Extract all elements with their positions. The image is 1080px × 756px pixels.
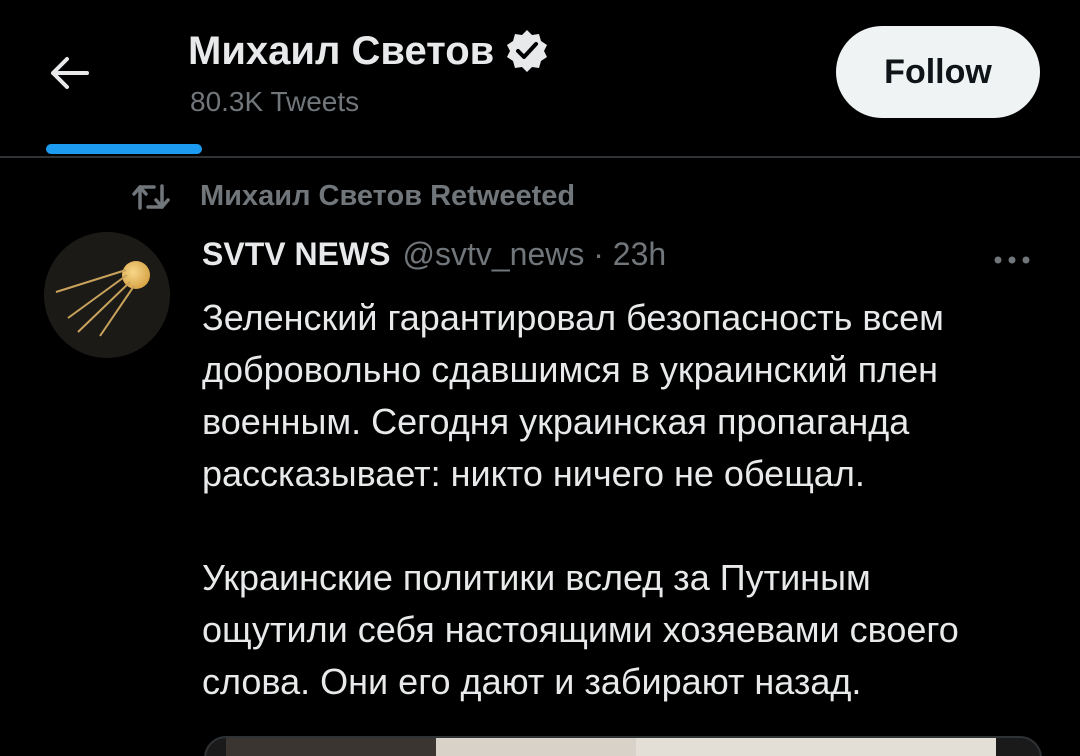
tweet-header: SVTV NEWS @svtv_news · 23h <box>202 236 666 273</box>
media-image-region <box>436 738 636 756</box>
media-image-region <box>636 738 996 756</box>
media-image-region <box>226 738 436 756</box>
media-preview[interactable] <box>204 736 1042 756</box>
tweet-line: Украинские политики вслед за Путиным <box>202 557 871 598</box>
author-name[interactable]: SVTV NEWS <box>202 236 390 273</box>
tab-indicator <box>46 144 202 154</box>
back-button[interactable] <box>40 48 98 98</box>
profile-name: Михаил Светов <box>188 28 495 73</box>
tweet-line: ощутили себя настоящими хозяевами своего <box>202 609 959 650</box>
retweet-context: Михаил Светов Retweeted <box>132 180 575 213</box>
arrow-left-icon <box>51 57 89 89</box>
tweet-line: военным. Сегодня украинская пропаганда <box>202 401 910 442</box>
author-handle-time[interactable]: @svtv_news · 23h <box>402 236 666 273</box>
avatar[interactable] <box>44 232 170 358</box>
more-options-button[interactable] <box>984 240 1040 280</box>
retweet-icon <box>132 182 170 212</box>
tweet-line: Зеленский гарантировал безопасность всем <box>202 297 944 338</box>
retweet-label[interactable]: Михаил Светов Retweeted <box>200 180 575 213</box>
tweet-count: 80.3K Tweets <box>190 86 360 117</box>
tweet-paragraph-1: Зеленский гарантировал безопасность всем… <box>202 292 1062 500</box>
profile-name-row: Михаил Светов <box>188 28 550 74</box>
sputnik-icon <box>44 232 170 358</box>
tweet-line: добровольно сдавшимся в украинский плен <box>202 349 938 390</box>
header-divider <box>0 156 1080 158</box>
tweet-line: слова. Они его дают и забирают назад. <box>202 661 862 702</box>
tweet-paragraph-2: Украинские политики вслед за Путиным ощу… <box>202 552 1062 708</box>
follow-button[interactable]: Follow <box>836 26 1040 118</box>
verified-badge-icon <box>504 28 550 74</box>
tweet-line: рассказывает: никто ничего не обещал. <box>202 453 865 494</box>
more-dots-icon <box>994 256 1030 264</box>
profile-header: Михаил Светов 80.3K Tweets Follow <box>0 0 1080 156</box>
tweet-text: Зеленский гарантировал безопасность всем… <box>202 292 1062 708</box>
